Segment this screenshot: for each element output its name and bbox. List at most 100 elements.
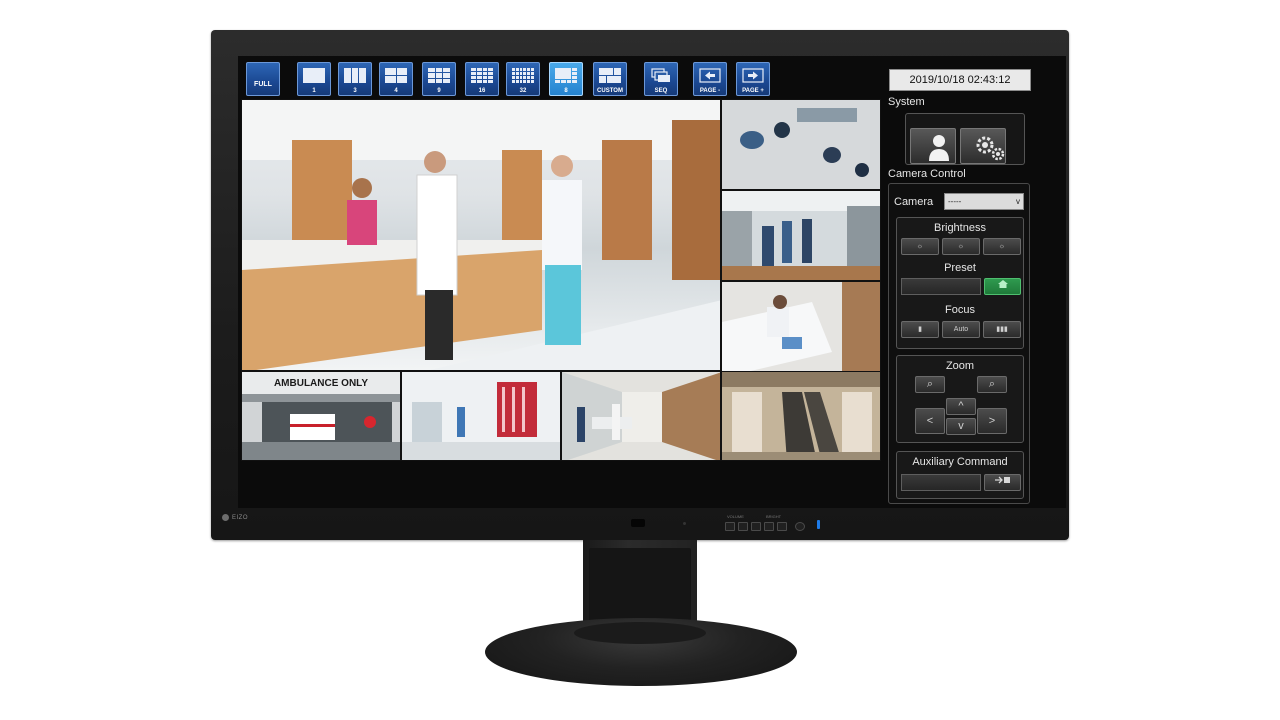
control-panel: 2019/10/18 02:43:12 System Camera Contro… [878, 62, 1064, 506]
auxiliary-command-input[interactable] [901, 474, 981, 491]
layout-custom-button[interactable]: CUSTOM [593, 62, 627, 96]
full-screen-label: FULL [254, 81, 272, 88]
layout-16-icon [471, 68, 493, 83]
layout-1-label: 1 [312, 88, 316, 94]
system-group [905, 113, 1025, 165]
camera-feed-hallway [562, 372, 720, 460]
monitor-stand-joint [574, 622, 706, 644]
settings-button[interactable] [960, 128, 1006, 164]
zoom-label: Zoom [945, 360, 975, 372]
hw-bright-up-button[interactable] [777, 522, 787, 531]
layout-custom-label: CUSTOM [597, 88, 623, 94]
zoom-out-button[interactable]: ⌕ [915, 376, 945, 393]
layout-4-button[interactable]: 4 [379, 62, 413, 96]
arrow-left-icon [699, 68, 721, 83]
camera-tile-5[interactable]: AMBULANCE ONLY [241, 371, 401, 461]
layout-32-icon [512, 68, 534, 83]
full-screen-button[interactable]: FULL [246, 62, 280, 96]
zoom-in-button[interactable]: ⌕ [977, 376, 1007, 393]
zoom-in-icon: ⌕ [988, 378, 996, 390]
focus-auto-button[interactable]: Auto [942, 321, 980, 338]
system-title: System [888, 96, 925, 108]
hw-power-button[interactable] [795, 522, 805, 531]
layout-9-button[interactable]: 9 [422, 62, 456, 96]
gear-icon [976, 136, 1005, 161]
sun-icon: ☼ [957, 243, 965, 250]
user-button[interactable] [910, 128, 956, 164]
layout-16-button[interactable]: 16 [465, 62, 499, 96]
layout-4-label: 4 [394, 88, 398, 94]
brightness-down-button[interactable]: ☼ [901, 238, 939, 255]
hw-bright-down-button[interactable] [764, 522, 774, 531]
hw-volume-up-button[interactable] [751, 522, 761, 531]
camera-tile-7[interactable] [561, 371, 721, 461]
brightness-reset-button[interactable]: ☼ [942, 238, 980, 255]
user-icon [929, 135, 949, 161]
sun-small-icon: ☼ [916, 243, 924, 250]
camera-feed-waiting-area [722, 100, 880, 189]
sun-large-icon: ☼ [998, 243, 1006, 250]
sequence-button[interactable]: SEQ [644, 62, 678, 96]
layout-8-button[interactable]: 8 [549, 62, 583, 96]
monitor-stand-slot [589, 548, 691, 626]
zoom-group: Zoom ⌕ ⌕ ^ < > v [896, 355, 1024, 443]
camera-control-group: Camera ----- v Brightness ☼ ☼ ☼ Preset F… [888, 183, 1030, 504]
focus-far-icon: ▮▮▮ [996, 326, 1008, 333]
chevron-left-icon: < [926, 415, 934, 427]
focus-near-button[interactable]: ▮ [901, 321, 939, 338]
camera-feed-reception [242, 100, 720, 370]
hw-volume-down-button[interactable] [738, 522, 748, 531]
layout-3-button[interactable]: 3 [338, 62, 372, 96]
camera-tile-6[interactable] [401, 371, 561, 461]
datetime-display: 2019/10/18 02:43:12 [889, 69, 1031, 91]
focus-label: Focus [945, 304, 975, 316]
home-icon [997, 280, 1008, 288]
layout-1-icon [303, 68, 325, 83]
pan-down-button[interactable]: v [946, 418, 976, 435]
send-command-icon [994, 476, 1010, 484]
pan-right-button[interactable]: > [977, 408, 1007, 434]
hw-button-1[interactable] [725, 522, 735, 531]
camera-select[interactable]: ----- v [944, 193, 1024, 210]
camera-feed-atrium [722, 372, 880, 460]
camera-tile-4[interactable] [721, 281, 881, 372]
layout-32-button[interactable]: 32 [506, 62, 540, 96]
layout-3-label: 3 [353, 88, 357, 94]
sequence-icon [650, 68, 672, 83]
layout-9-icon [428, 68, 450, 83]
focus-near-icon: ▮ [918, 326, 922, 333]
page-next-label: PAGE + [742, 88, 764, 94]
layout-1-button[interactable]: 1 [297, 62, 331, 96]
preset-input[interactable] [901, 278, 981, 295]
camera-tile-8[interactable] [721, 371, 881, 461]
volume-label: VOLUME [727, 514, 744, 519]
camera-tile-2[interactable] [721, 99, 881, 190]
pan-left-button[interactable]: < [915, 408, 945, 434]
chevron-right-icon: > [988, 415, 996, 427]
brightness-up-button[interactable]: ☼ [983, 238, 1021, 255]
auxiliary-command-send-button[interactable] [984, 474, 1021, 491]
brand-mark-icon [222, 514, 229, 521]
layout-toolbar: FULL 1 3 4 9 16 32 8 CUSTOM SEQ PAGE - P… [238, 56, 878, 100]
pan-up-button[interactable]: ^ [946, 398, 976, 415]
zoom-out-icon: ⌕ [926, 378, 934, 390]
auxiliary-command-group: Auxiliary Command [896, 451, 1024, 499]
ambulance-only-sign: AMBULANCE ONLY [273, 378, 369, 389]
camera-label: Camera [894, 196, 934, 208]
brightness-label: Brightness [934, 222, 986, 234]
camera-tile-1[interactable] [241, 99, 721, 371]
page-next-button[interactable]: PAGE + [736, 62, 770, 96]
layout-8-icon [555, 68, 577, 83]
focus-far-button[interactable]: ▮▮▮ [983, 321, 1021, 338]
page-prev-button[interactable]: PAGE - [693, 62, 727, 96]
sequence-label: SEQ [654, 88, 668, 94]
brand-name: EIZO [232, 514, 249, 521]
chevron-down-icon: v [958, 420, 964, 432]
layout-4-icon [385, 68, 407, 83]
monitor-brand-logo: EIZO [222, 514, 248, 521]
camera-control-title: Camera Control [888, 168, 966, 180]
preset-home-button[interactable] [984, 278, 1021, 295]
camera-tile-3[interactable] [721, 190, 881, 281]
chevron-up-icon: ^ [958, 400, 964, 412]
layout-custom-icon [599, 68, 621, 83]
